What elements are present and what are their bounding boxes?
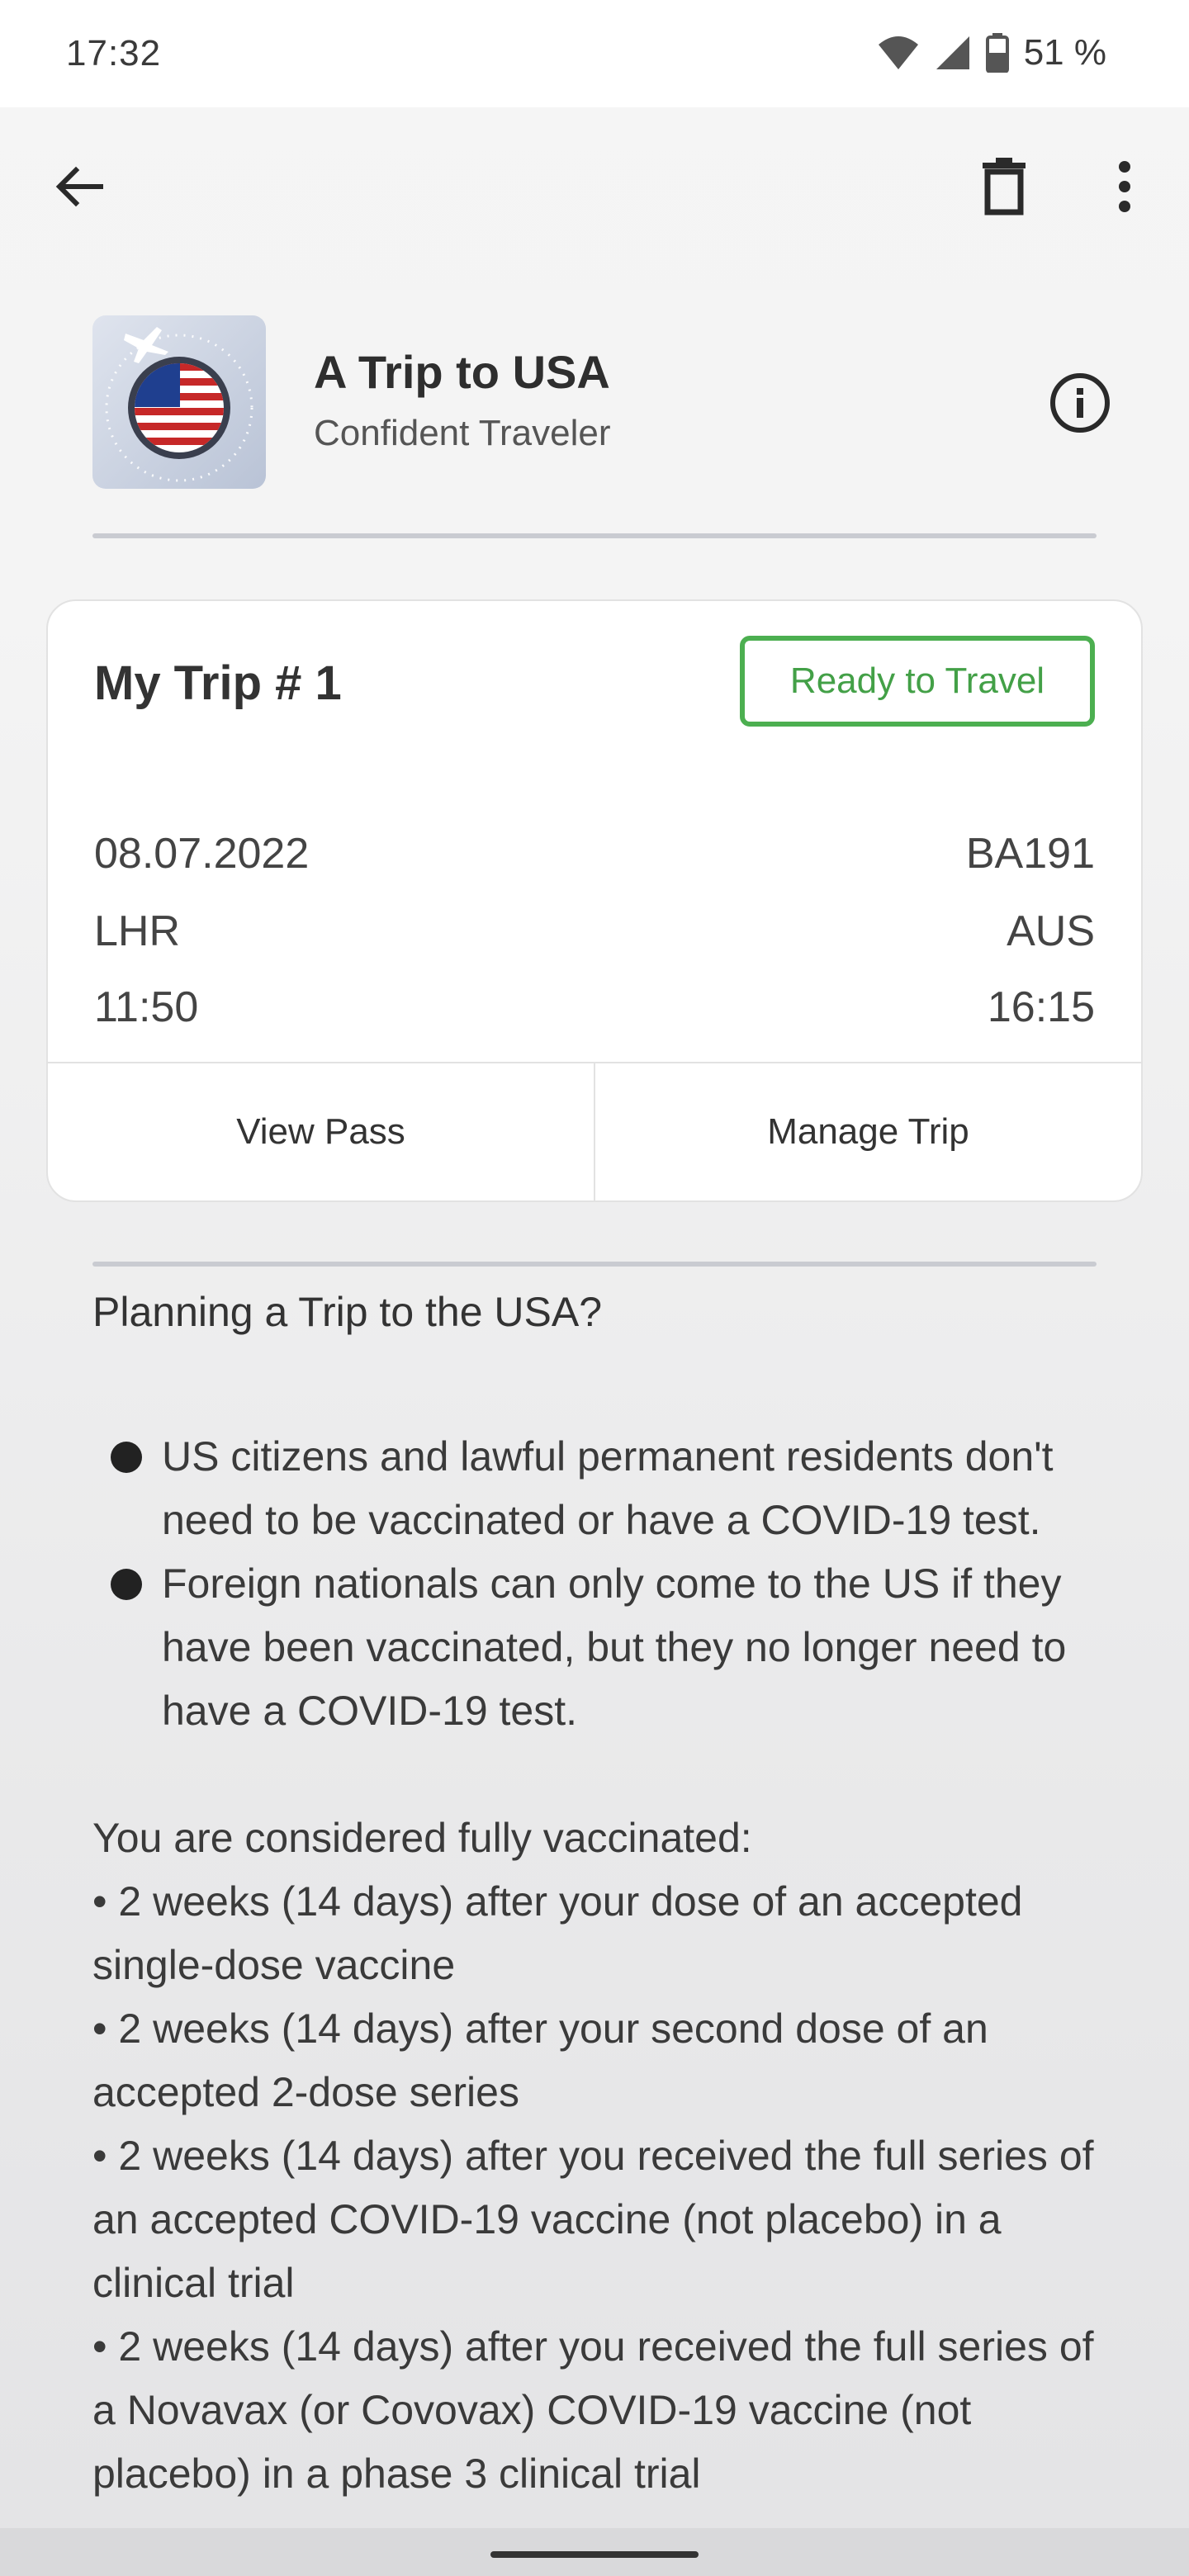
trip-header: A Trip to USA Confident Traveler xyxy=(92,315,1110,489)
system-nav-bar xyxy=(0,2528,1189,2576)
info-icon xyxy=(1050,373,1110,433)
trip-name: My Trip # 1 xyxy=(94,656,342,710)
manage-trip-button[interactable]: Manage Trip xyxy=(594,1063,1141,1200)
back-button[interactable] xyxy=(38,145,121,228)
trip-title: A Trip to USA xyxy=(314,346,610,398)
info-bullets: US citizens and lawful permanent residen… xyxy=(92,1425,1108,1743)
trip-subtitle: Confident Traveler xyxy=(314,413,611,453)
status-icons: 51 % xyxy=(877,30,1106,76)
app-bar xyxy=(0,107,1189,264)
bullet-dot xyxy=(111,1569,142,1600)
delete-button[interactable] xyxy=(963,145,1045,228)
trip-row-date: 08.07.2022 BA191 xyxy=(94,829,1095,878)
card-actions: View Pass Manage Trip xyxy=(48,1062,1141,1200)
destination-airport: AUS xyxy=(1007,907,1095,955)
flight-number: BA191 xyxy=(965,830,1095,878)
wifi-icon xyxy=(878,36,918,69)
battery-percent: 51 % xyxy=(1023,32,1106,73)
battery-icon xyxy=(985,33,1009,73)
departure-time: 11:50 xyxy=(94,983,199,1031)
status-bar: 17:32 51 % xyxy=(0,0,1189,107)
header-divider xyxy=(92,533,1097,538)
back-arrow-icon xyxy=(55,166,103,207)
more-vert-icon xyxy=(1119,161,1130,212)
trip-card: My Trip # 1 Ready to Travel 08.07.2022 B… xyxy=(46,599,1143,1202)
info-button[interactable] xyxy=(1039,362,1121,444)
more-options-button[interactable] xyxy=(1083,145,1166,228)
vaccinated-list: • 2 weeks (14 days) after your dose of a… xyxy=(92,1870,1108,2506)
travel-info: Planning a Trip to the USA? US citizens … xyxy=(92,1288,1108,2506)
list-item: Foreign nationals can only come to the U… xyxy=(92,1552,1108,1743)
section-divider xyxy=(92,1262,1097,1267)
status-time: 17:32 xyxy=(66,33,162,73)
vaccinated-title: You are considered fully vaccinated: xyxy=(92,1815,752,1861)
trip-row-airports: LHR AUS xyxy=(94,907,1095,956)
info-title: Planning a Trip to the USA? xyxy=(92,1289,603,1335)
list-item: • 2 weeks (14 days) after your second do… xyxy=(92,2005,988,2115)
origin-airport: LHR xyxy=(94,907,181,955)
gesture-handle[interactable] xyxy=(490,2551,699,2558)
trip-row-times: 11:50 16:15 xyxy=(94,983,1095,1032)
trash-icon xyxy=(983,158,1026,215)
list-item: US citizens and lawful permanent residen… xyxy=(92,1425,1108,1552)
arrival-time: 16:15 xyxy=(987,983,1095,1031)
us-flag-badge xyxy=(92,315,266,489)
signal-icon xyxy=(936,36,969,69)
bullet-dot xyxy=(111,1442,142,1473)
view-pass-button[interactable]: View Pass xyxy=(48,1063,594,1200)
status-badge: Ready to Travel xyxy=(740,636,1095,727)
list-item: • 2 weeks (14 days) after your dose of a… xyxy=(92,1878,1023,1988)
trip-date: 08.07.2022 xyxy=(94,830,310,878)
list-item: • 2 weeks (14 days) after you received t… xyxy=(92,2323,1094,2497)
list-item: • 2 weeks (14 days) after you received t… xyxy=(92,2133,1094,2306)
